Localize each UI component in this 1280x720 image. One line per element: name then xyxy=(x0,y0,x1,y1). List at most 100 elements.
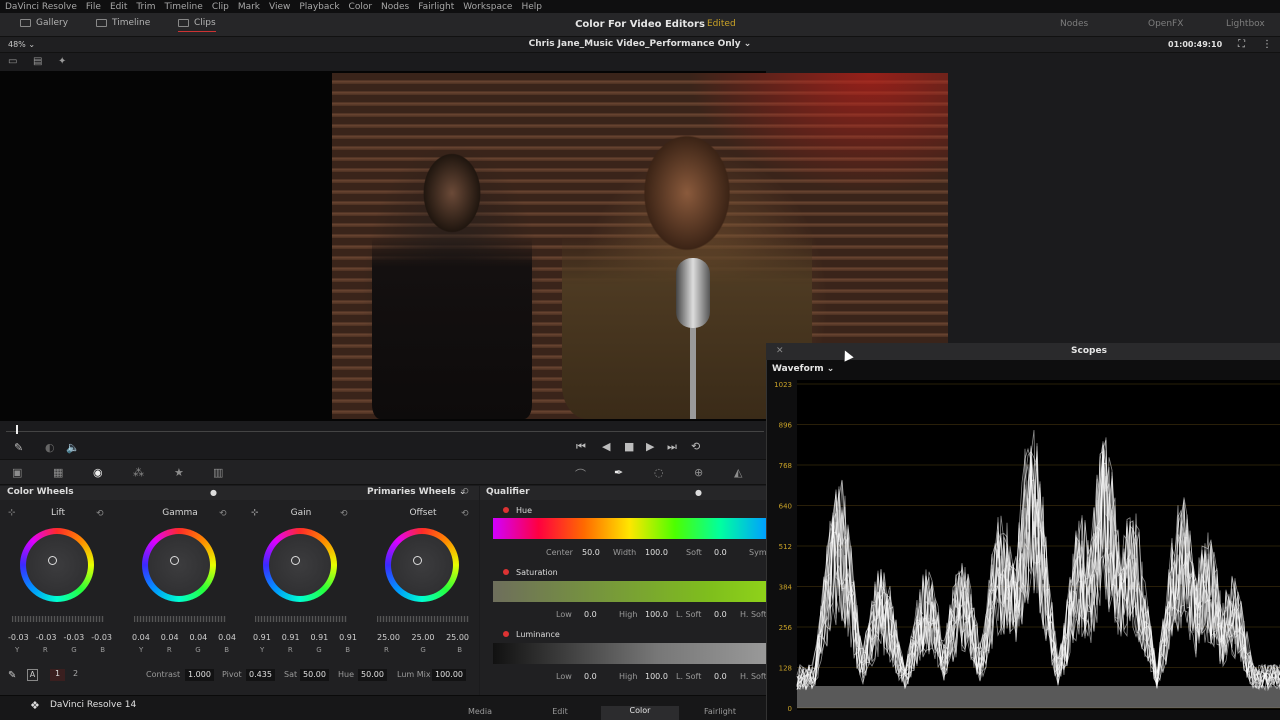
page-tab-fairlight[interactable]: Fairlight xyxy=(690,707,750,716)
gain-handle[interactable] xyxy=(291,556,300,565)
menu-trim[interactable]: Trim xyxy=(136,2,155,12)
speaker-icon[interactable]: 🔈 xyxy=(66,441,80,454)
page-tab-media[interactable]: Media xyxy=(450,707,510,716)
lift-reset-icon[interactable]: ⟲ xyxy=(96,509,104,519)
hue-section-label[interactable]: Hue xyxy=(503,506,532,515)
offset-color-ring[interactable] xyxy=(385,528,459,602)
tab-nodes[interactable]: Nodes xyxy=(1060,19,1088,29)
lift-y-value[interactable]: -0.03 xyxy=(8,633,29,642)
gain-color-ring[interactable] xyxy=(263,528,337,602)
camera-raw-icon[interactable]: ▣ xyxy=(12,466,22,479)
mask-icon[interactable]: ◐ xyxy=(45,441,55,454)
gamma-y-value[interactable]: 0.04 xyxy=(132,633,150,642)
page-dot-icon[interactable]: ● xyxy=(210,488,217,497)
menu-mark[interactable]: Mark xyxy=(238,2,260,12)
menu-workspace[interactable]: Workspace xyxy=(463,2,512,12)
menu-playback[interactable]: Playback xyxy=(299,2,339,12)
gamma-master-slider[interactable] xyxy=(134,616,226,622)
blur-icon[interactable]: ◭ xyxy=(734,466,742,479)
offset-wheel[interactable]: Offset ⟲ 25.00 25.00 25.00 R G B xyxy=(365,508,493,658)
page-dot-icon[interactable]: ● xyxy=(695,488,702,497)
color-wheels-icon[interactable]: ◉ xyxy=(93,466,103,479)
saturation-range-bar[interactable] xyxy=(493,581,766,602)
hue-width-value[interactable]: 100.0 xyxy=(645,548,668,557)
gain-y-value[interactable]: 0.91 xyxy=(253,633,271,642)
menu-color[interactable]: Color xyxy=(349,2,373,12)
menu-edit[interactable]: Edit xyxy=(110,2,127,12)
saturation-section-label[interactable]: Saturation xyxy=(503,568,558,577)
qualifier-icon[interactable]: ✒ xyxy=(614,466,623,479)
offset-r-value[interactable]: 25.00 xyxy=(377,633,400,642)
tab-lightbox[interactable]: Lightbox xyxy=(1226,19,1265,29)
window-icon[interactable]: ◌ xyxy=(654,466,664,479)
play-icon[interactable]: ▶ xyxy=(646,440,654,453)
auto-icon[interactable]: A xyxy=(27,669,38,681)
fullscreen-icon[interactable]: ⛶ xyxy=(1238,39,1245,50)
gamma-r-value[interactable]: 0.04 xyxy=(161,633,179,642)
menu-fairlight[interactable]: Fairlight xyxy=(418,2,454,12)
hue-range-bar[interactable] xyxy=(493,518,766,539)
auto-balance-icon[interactable]: ✎ xyxy=(8,670,16,681)
pivot-field[interactable]: 0.435 xyxy=(246,669,275,681)
menu-view[interactable]: View xyxy=(269,2,290,12)
luminance-enable-icon[interactable] xyxy=(503,631,509,637)
clip-name[interactable]: Chris Jane_Music Video_Performance Only … xyxy=(480,39,800,49)
motion-effects-icon[interactable]: ★ xyxy=(174,466,184,479)
loop-icon[interactable]: ⟲ xyxy=(691,440,700,453)
menu-clip[interactable]: Clip xyxy=(212,2,229,12)
menu-help[interactable]: Help xyxy=(521,2,542,12)
hue-soft-value[interactable]: 0.0 xyxy=(714,548,727,557)
primaries-wheels-dropdown[interactable]: Primaries Wheels ⌄ xyxy=(367,487,466,497)
lum-lsoft-value[interactable]: 0.0 xyxy=(714,672,727,681)
lift-master-slider[interactable] xyxy=(12,616,104,622)
split-viewer-icon[interactable]: ▤ xyxy=(33,56,42,67)
scopes-toggle-icon[interactable]: ▥ xyxy=(213,466,223,479)
page-1-button[interactable]: 1 xyxy=(50,669,65,681)
tab-timeline[interactable]: Timeline xyxy=(96,18,150,28)
playhead[interactable] xyxy=(16,425,18,434)
options-icon[interactable]: ⋮ xyxy=(1262,39,1272,50)
lift-color-ring[interactable] xyxy=(20,528,94,602)
color-match-icon[interactable]: ▦ xyxy=(53,466,63,479)
tab-clips[interactable]: Clips xyxy=(178,18,216,32)
scrubber[interactable] xyxy=(0,421,766,437)
luminance-section-label[interactable]: Luminance xyxy=(503,630,560,639)
gamma-handle[interactable] xyxy=(170,556,179,565)
lift-wheel[interactable]: ⊹ Lift ⟲ -0.03 -0.03 -0.03 -0.03 Y R G B xyxy=(0,508,128,658)
sat-field[interactable]: 50.00 xyxy=(300,669,329,681)
gamma-b-value[interactable]: 0.04 xyxy=(218,633,236,642)
lum-mix-field[interactable]: 100.00 xyxy=(432,669,466,681)
saturation-enable-icon[interactable] xyxy=(503,569,509,575)
contrast-field[interactable]: 1.000 xyxy=(185,669,214,681)
hue-center-value[interactable]: 50.0 xyxy=(582,548,600,557)
page-2-button[interactable]: 2 xyxy=(68,669,83,681)
skip-forward-icon[interactable]: ⏭ xyxy=(667,440,677,454)
gain-r-value[interactable]: 0.91 xyxy=(282,633,300,642)
gamma-wheel[interactable]: Gamma ⟲ 0.04 0.04 0.04 0.04 Y R G B xyxy=(122,508,250,658)
gain-reset-icon[interactable]: ⟲ xyxy=(340,509,348,519)
offset-master-slider[interactable] xyxy=(377,616,469,622)
sat-high-value[interactable]: 100.0 xyxy=(645,610,668,619)
offset-g-value[interactable]: 25.00 xyxy=(412,633,435,642)
gamma-g-value[interactable]: 0.04 xyxy=(189,633,207,642)
gain-g-value[interactable]: 0.91 xyxy=(310,633,328,642)
menu-timeline[interactable]: Timeline xyxy=(165,2,203,12)
offset-handle[interactable] xyxy=(413,556,422,565)
stop-icon[interactable]: ■ xyxy=(624,440,634,453)
menu-app[interactable]: DaVinci Resolve xyxy=(5,2,77,12)
gain-b-value[interactable]: 0.91 xyxy=(339,633,357,642)
sat-lsoft-value[interactable]: 0.0 xyxy=(714,610,727,619)
offset-reset-icon[interactable]: ⟲ xyxy=(461,509,469,519)
sat-low-value[interactable]: 0.0 xyxy=(584,610,597,619)
menu-file[interactable]: File xyxy=(86,2,101,12)
lift-handle[interactable] xyxy=(48,556,57,565)
skip-back-icon[interactable]: ⏮ xyxy=(576,440,586,454)
single-viewer-icon[interactable]: ▭ xyxy=(8,56,17,67)
menu-nodes[interactable]: Nodes xyxy=(381,2,409,12)
rgb-mixer-icon[interactable]: ⁂ xyxy=(133,466,144,479)
page-tab-edit[interactable]: Edit xyxy=(530,707,590,716)
luminance-range-bar[interactable] xyxy=(493,643,766,664)
play-reverse-icon[interactable]: ◀ xyxy=(602,440,610,453)
offset-b-value[interactable]: 25.00 xyxy=(446,633,469,642)
hue-enable-icon[interactable] xyxy=(503,507,509,513)
